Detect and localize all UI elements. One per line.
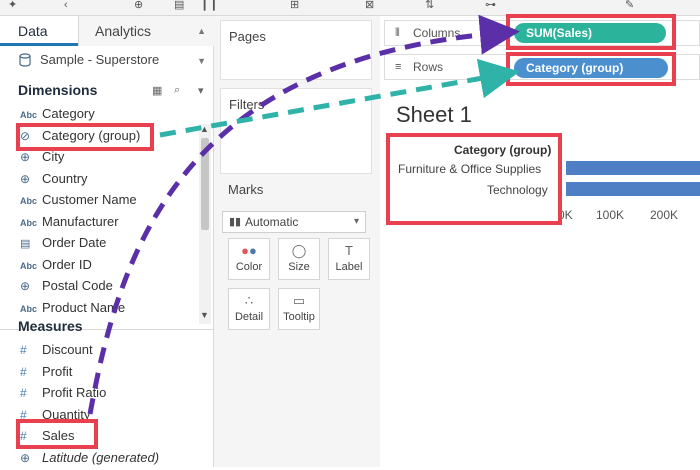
category-to-rows-arrow	[159, 58, 520, 138]
arrows-overlay	[87, 14, 520, 415]
sales-to-columns-arrow	[87, 14, 520, 415]
